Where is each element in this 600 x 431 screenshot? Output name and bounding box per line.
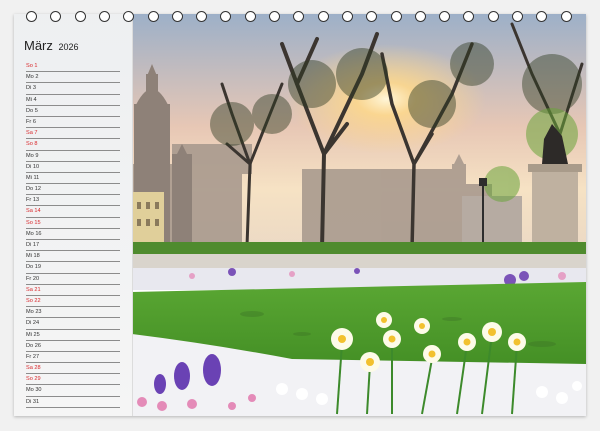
day-row: Di 17 bbox=[26, 240, 120, 252]
day-row: So 15 bbox=[26, 218, 120, 229]
calendar-sidebar: März 2026 So 1 Mo 2 Di 3 Mi 4 Do 5 Fr 6 Sa 7 So… bbox=[14, 14, 133, 416]
park-landscape-image bbox=[132, 14, 586, 416]
day-row: So 1 bbox=[26, 61, 120, 73]
day-row: Fr 6 bbox=[26, 117, 120, 129]
year-label: 2026 bbox=[58, 42, 79, 52]
day-row: Do 12 bbox=[26, 184, 120, 196]
day-row: Mi 18 bbox=[26, 251, 120, 263]
day-row: Sa 7 bbox=[26, 128, 120, 140]
day-list: So 1 Mo 2 Di 3 Mi 4 Do 5 Fr 6 Sa 7 So 8 Mo 9 Di 1… bbox=[26, 61, 120, 408]
month-name: März bbox=[24, 38, 53, 53]
day-row: So 22 bbox=[26, 296, 120, 308]
day-row: Do 5 bbox=[26, 106, 120, 117]
day-row: Mi 4 bbox=[26, 95, 120, 106]
day-row: Di 24 bbox=[26, 318, 120, 330]
day-row: Sa 14 bbox=[26, 206, 120, 218]
day-row: Mi 25 bbox=[26, 330, 120, 341]
day-row: So 29 bbox=[26, 374, 120, 386]
calendar-photo bbox=[132, 14, 586, 416]
calendar-page: März 2026 So 1 Mo 2 Di 3 Mi 4 Do 5 Fr 6 Sa 7 So… bbox=[14, 14, 586, 416]
day-row: Fr 13 bbox=[26, 195, 120, 207]
day-row: Mo 2 bbox=[26, 72, 120, 84]
day-row: Fr 20 bbox=[26, 274, 120, 285]
day-row: So 8 bbox=[26, 139, 120, 151]
month-title: März 2026 bbox=[24, 38, 79, 53]
day-row: Fr 27 bbox=[26, 352, 120, 364]
day-row: Sa 21 bbox=[26, 285, 120, 296]
day-row: Di 10 bbox=[26, 162, 120, 173]
day-row: Mo 16 bbox=[26, 229, 120, 240]
day-row: Di 31 bbox=[26, 397, 120, 408]
day-row: Mo 9 bbox=[26, 151, 120, 162]
day-row: Do 26 bbox=[26, 341, 120, 352]
day-row: Sa 28 bbox=[26, 363, 120, 375]
day-row: Do 19 bbox=[26, 262, 120, 274]
day-row: Di 3 bbox=[26, 83, 120, 95]
day-row: Mo 23 bbox=[26, 307, 120, 319]
day-row: Mi 11 bbox=[26, 173, 120, 185]
day-row: Mo 30 bbox=[26, 385, 120, 397]
